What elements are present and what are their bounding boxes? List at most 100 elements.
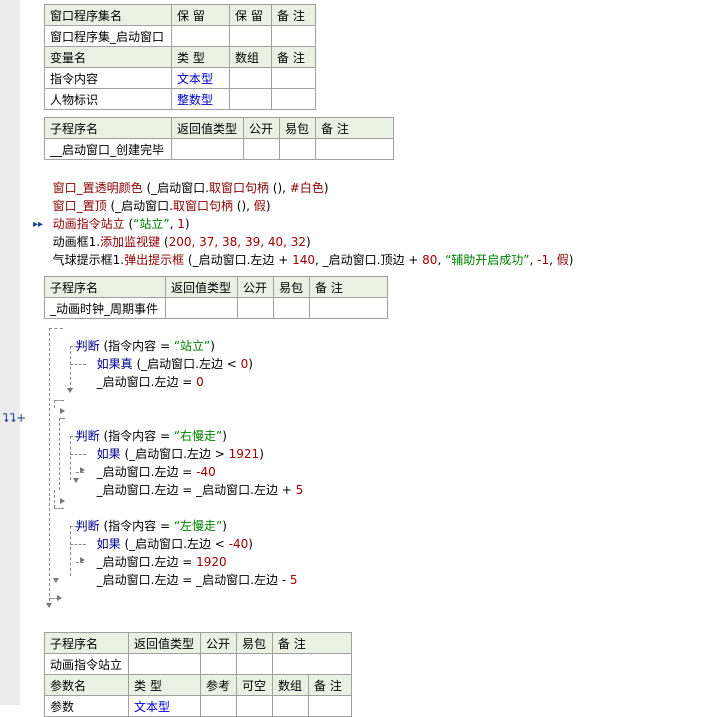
sub-row[interactable]: __启动窗口_创建完毕: [44, 138, 394, 160]
sub-name-cell[interactable]: 动画指令站立: [44, 653, 129, 675]
flow-line: [59, 418, 65, 419]
double-arrow-icon[interactable]: ▸▸: [33, 219, 43, 230]
sub-row[interactable]: _动画时钟_周期事件: [44, 297, 388, 319]
code-line[interactable]: 如果真 (_启动窗口.左边 < 0): [89, 337, 253, 371]
flow-line: [70, 544, 86, 545]
easy-pack-cell[interactable]: [236, 653, 273, 675]
var-name-cell[interactable]: 人物标识: [44, 88, 172, 110]
code-line[interactable]: 如果 (_启动窗口.左边 < -40): [89, 517, 253, 551]
reserved-header-1: 保 留: [171, 4, 230, 26]
reserved-cell-2[interactable]: [229, 25, 272, 47]
sub-row[interactable]: 动画指令站立: [44, 653, 353, 675]
code-text: ): [259, 447, 264, 461]
editor-gutter[interactable]: [0, 0, 20, 705]
public-cell[interactable]: [237, 297, 274, 319]
code-line[interactable]: 窗口_置顶 (_启动窗口.取窗口句柄 (), 假): [45, 179, 271, 213]
constant: #白色: [289, 181, 324, 195]
code-line[interactable]: 判断 (指令内容 = “站立”): [68, 319, 215, 353]
param-type-cell[interactable]: 文本型: [128, 695, 201, 717]
public-header: 公开: [243, 117, 280, 139]
return-type-header: 返回值类型: [171, 117, 244, 139]
var-array-cell[interactable]: [229, 88, 272, 110]
param-nullable-header: 可空: [236, 674, 273, 696]
code-line[interactable]: _启动窗口.左边 = -40: [89, 445, 216, 479]
code-line[interactable]: 判断 (指令内容 = “右慢走”): [68, 409, 227, 443]
return-type-header: 返回值类型: [128, 632, 201, 654]
number-literal: 5: [289, 573, 298, 587]
sub-name-header: 子程序名: [44, 117, 172, 139]
flow-arrow: [53, 578, 59, 583]
remark-cell[interactable]: [271, 25, 316, 47]
flow-arrow: [60, 498, 65, 504]
assembly-row[interactable]: 窗口程序集_启动窗口: [44, 25, 316, 47]
remark-header: 备 注: [309, 276, 388, 298]
remark-header: 备 注: [271, 632, 353, 654]
param-ref-cell[interactable]: [200, 695, 237, 717]
public-cell[interactable]: [200, 653, 237, 675]
code-line[interactable]: 如果 (_启动窗口.左边 > 1921): [89, 427, 264, 461]
return-type-cell[interactable]: [128, 653, 201, 675]
assembly-name-cell[interactable]: 窗口程序集_启动窗口: [44, 25, 172, 47]
param-name-header: 参数名: [44, 674, 129, 696]
param-array-cell[interactable]: [272, 695, 309, 717]
assembly-header-row: 窗口程序集名 保 留 保 留 备 注: [44, 4, 316, 26]
var-type-cell[interactable]: 整数型: [171, 88, 230, 110]
code-text: ,: [549, 253, 557, 267]
constant: 假: [556, 253, 569, 267]
param-array-header: 数组: [272, 674, 309, 696]
code-line[interactable]: 动画指令站立 (“站立”, 1): [45, 197, 190, 231]
code-text: ,: [437, 253, 446, 267]
code-line[interactable]: _启动窗口.左边 = 1920: [89, 535, 227, 569]
flow-line: [54, 490, 55, 508]
param-remark-cell[interactable]: [307, 695, 353, 717]
reserved-cell-1[interactable]: [171, 25, 230, 47]
subroutine-table-idle: 子程序名 返回值类型 公开 易包 备 注 动画指令站立 参数名 类 型 参考 可…: [44, 632, 353, 717]
sub-name-cell[interactable]: _动画时钟_周期事件: [44, 297, 166, 319]
return-type-cell[interactable]: [171, 138, 244, 160]
code-text: ,: [529, 253, 538, 267]
flow-arrow: [80, 557, 85, 563]
number-literal: -1: [537, 253, 550, 267]
constant: 假: [253, 199, 266, 213]
code-text: , _启动窗口.顶边 +: [315, 253, 423, 267]
code-line[interactable]: 窗口_置透明颜色 (_启动窗口.取窗口句柄 (), #白色): [45, 161, 329, 195]
code-text: (),: [232, 199, 254, 213]
flow-line: [70, 454, 86, 455]
code-line[interactable]: 气球提示框1.弹出提示框 (_启动窗口.左边 + 140, _启动窗口.顶边 +…: [45, 233, 574, 267]
code-line[interactable]: _启动窗口.左边 = _启动窗口.左边 + 5: [89, 463, 304, 497]
param-nullable-cell[interactable]: [236, 695, 273, 717]
remark-cell[interactable]: [271, 653, 353, 675]
param-ref-header: 参考: [200, 674, 237, 696]
remark-cell[interactable]: [315, 138, 394, 160]
sub-name-cell[interactable]: __启动窗口_创建完毕: [44, 138, 172, 160]
var-row[interactable]: 指令内容 文本型: [44, 67, 316, 89]
var-remark-cell[interactable]: [271, 88, 316, 110]
sub-header-row: 子程序名 返回值类型 公开 易包 备 注: [44, 117, 394, 139]
code-line[interactable]: _启动窗口.左边 = 0: [89, 355, 204, 389]
var-remark-cell[interactable]: [271, 67, 316, 89]
public-header: 公开: [237, 276, 274, 298]
code-line[interactable]: 动画框1.添加监视键 (200, 37, 38, 39, 40, 32): [45, 215, 311, 249]
fold-plus-icon[interactable]: ⮧⮧+: [2, 409, 26, 427]
public-cell[interactable]: [243, 138, 280, 160]
param-row[interactable]: 参数 文本型: [44, 695, 353, 717]
number-literal: 140: [292, 253, 316, 267]
code-line[interactable]: 判断 (指令内容 = “左慢走”): [68, 499, 227, 533]
code-text: (_启动窗口.左边 +: [184, 253, 293, 267]
remark-cell[interactable]: [309, 297, 388, 319]
easy-pack-header: 易包: [273, 276, 310, 298]
var-name-cell[interactable]: 指令内容: [44, 67, 172, 89]
var-array-cell[interactable]: [229, 67, 272, 89]
code-text: 气球提示框1.: [52, 253, 125, 267]
number-literal: 5: [295, 483, 304, 497]
var-type-cell[interactable]: 文本型: [171, 67, 230, 89]
subroutine-table-timer: 子程序名 返回值类型 公开 易包 备 注 _动画时钟_周期事件: [44, 276, 388, 319]
code-line[interactable]: _启动窗口.左边 = _启动窗口.左边 - 5: [89, 553, 298, 587]
reserved-header-2: 保 留: [229, 4, 272, 26]
easy-pack-cell[interactable]: [279, 138, 316, 160]
easy-pack-cell[interactable]: [273, 297, 310, 319]
return-type-cell[interactable]: [165, 297, 238, 319]
code-text: _启动窗口.左边 = _启动窗口.左边 +: [96, 483, 296, 497]
var-row[interactable]: 人物标识 整数型: [44, 88, 316, 110]
param-name-cell[interactable]: 参数: [44, 695, 129, 717]
